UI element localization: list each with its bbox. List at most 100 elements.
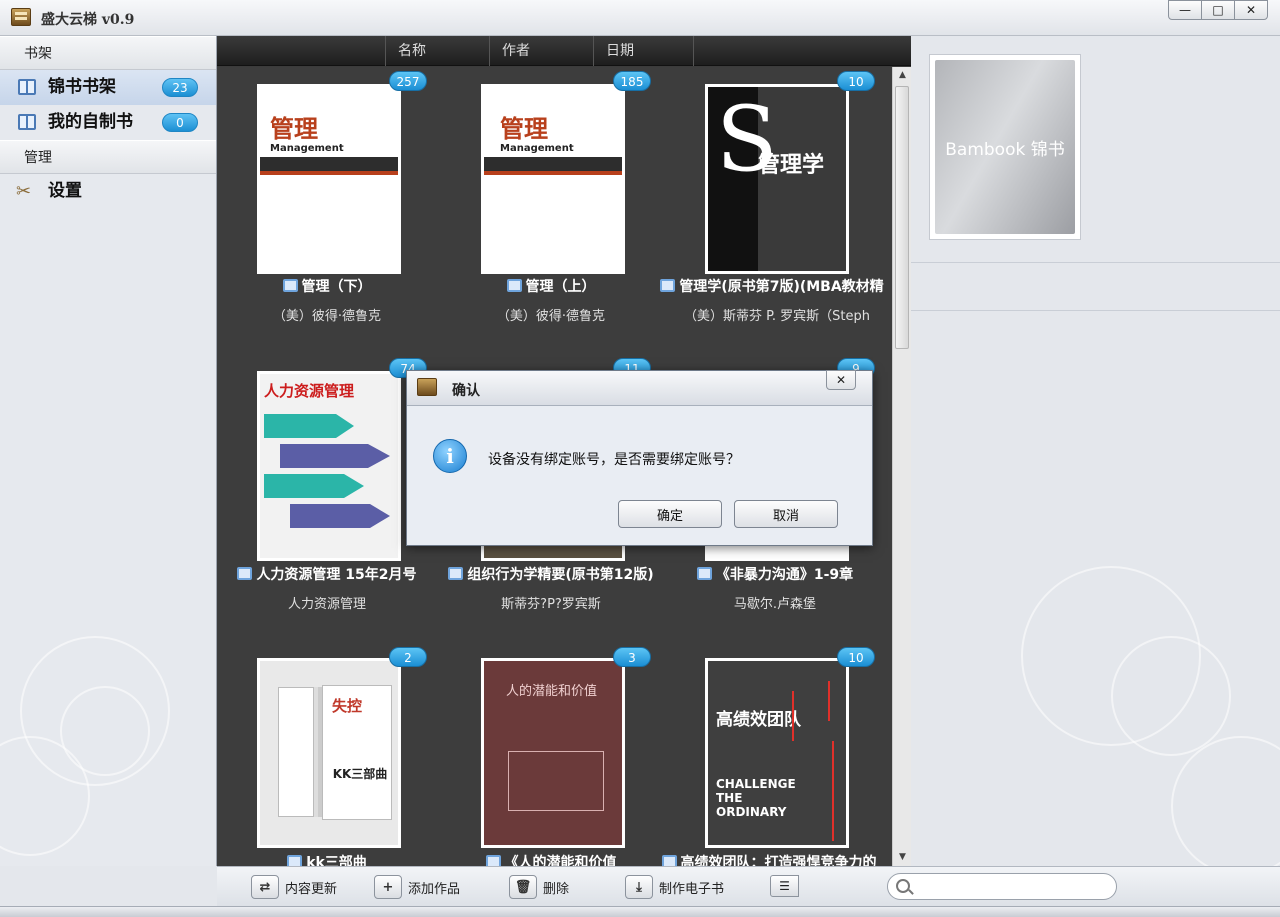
book-author: （美）彼得·德鲁克 [272, 309, 382, 324]
preview-panel: Bambook 锦书 [911, 36, 1280, 866]
book-author: 马歇尔.卢森堡 [733, 597, 817, 612]
book-icon [696, 567, 712, 580]
view-toggle: ☰ ▦ [769, 875, 799, 917]
add-book-button[interactable]: + 添加作品 [374, 874, 460, 900]
book-title[interactable]: 管理（下） [217, 276, 447, 296]
confirm-dialog: 确认 ✕ i 设备没有绑定账号，是否需要绑定账号？ 确定 取消 [406, 370, 873, 546]
sidebar: 书架 锦书书架 23 我的自制书 0 管理 ✂ 设置 [0, 36, 217, 866]
divider [911, 262, 1280, 263]
minimize-button[interactable]: — [1168, 0, 1202, 20]
book-icon [282, 279, 298, 292]
count-badge: 2 [389, 647, 427, 667]
sidebar-item-label: 锦书书架 [48, 77, 116, 97]
device-preview: Bambook 锦书 [929, 54, 1081, 240]
book-cover[interactable]: 管理 Management [481, 84, 625, 274]
plus-icon: + [374, 875, 402, 899]
info-icon: i [433, 439, 467, 473]
book-title[interactable]: 管理（上） [431, 276, 671, 296]
delete-button[interactable]: 🗑 删除 [509, 874, 569, 900]
book-title[interactable]: kk三部曲 [217, 852, 447, 866]
refresh-content-button[interactable]: ⇄ 内容更新 [251, 874, 337, 900]
tools-icon: ✂ [16, 181, 32, 202]
cover-title: 管理学 [758, 153, 825, 178]
divider [911, 310, 1280, 311]
count-badge: 3 [613, 647, 651, 667]
cancel-button[interactable]: 取消 [734, 500, 838, 528]
sidebar-item-settings[interactable]: ✂ 设置 [0, 174, 216, 209]
book-icon [287, 855, 303, 866]
search-input[interactable] [916, 877, 1106, 896]
book-author: 斯蒂芬?P?罗宾斯 [501, 597, 601, 612]
book-title[interactable]: 《非暴力沟通》1-9章 [655, 564, 895, 584]
close-button[interactable]: ✕ [1234, 0, 1268, 20]
ok-button[interactable]: 确定 [618, 500, 722, 528]
book-cover[interactable]: 人的潜能和价值 [481, 658, 625, 848]
app-logo-icon [11, 8, 31, 26]
download-icon: ⤓ [625, 875, 653, 899]
book-icon [237, 567, 253, 580]
column-author[interactable]: 作者 [489, 36, 593, 66]
vertical-scrollbar[interactable]: ▲ ▼ [892, 67, 911, 866]
scroll-down-arrow-icon[interactable]: ▼ [893, 849, 911, 866]
status-bar [0, 906, 1280, 917]
app-logo-icon [417, 378, 437, 396]
title-bar: 盛大云梯 v0.9 — □ ✕ [0, 0, 1280, 36]
book-title[interactable]: 高绩效团队：打造强悍竞争力的 [649, 852, 889, 866]
book-icon [18, 114, 36, 130]
dialog-title-bar: 确认 ✕ [407, 370, 872, 406]
count-badge: 0 [162, 113, 198, 132]
dialog-message: 设备没有绑定账号，是否需要绑定账号？ [488, 452, 740, 468]
make-ebook-button[interactable]: ⤓ 制作电子书 [625, 874, 724, 900]
sidebar-item-jinshu-shelf[interactable]: 锦书书架 23 [0, 70, 216, 105]
cover-title: 管理 [500, 115, 548, 143]
decorative-swirl [1171, 736, 1280, 866]
sidebar-item-label: 设置 [48, 181, 82, 201]
book-cover[interactable]: 失控 KK三部曲 [257, 658, 401, 848]
book-author: 人力资源管理 [287, 597, 366, 612]
book-cover[interactable]: 人力资源管理 [257, 371, 401, 561]
book-cover[interactable]: S 管理学 [705, 84, 849, 274]
cover-title: 人力资源管理 [264, 382, 355, 400]
book-icon [506, 279, 522, 292]
search-icon [896, 879, 910, 893]
dialog-close-button[interactable]: ✕ [826, 370, 856, 390]
book-icon [18, 79, 36, 95]
count-badge: 10 [837, 71, 875, 91]
column-header: 名称 作者 日期 [217, 36, 911, 66]
list-view-icon[interactable]: ☰ [770, 875, 799, 897]
book-title[interactable]: 管理学(原书第7版)(MBA教材精 [657, 276, 887, 296]
book-cover[interactable]: 管理 Management [257, 84, 401, 274]
search-box[interactable] [887, 873, 1117, 900]
dialog-title: 确认 [452, 383, 480, 399]
column-name[interactable]: 名称 [385, 36, 489, 66]
cover-title: 管理 [270, 115, 318, 143]
sidebar-section-shelf: 书架 [0, 36, 216, 70]
book-title[interactable]: 《人的潜能和价值 [431, 852, 671, 866]
cover-subtitle: KK三部曲 [332, 767, 388, 781]
sidebar-item-my-books[interactable]: 我的自制书 0 [0, 105, 216, 140]
column-date[interactable]: 日期 [593, 36, 693, 66]
book-title[interactable]: 组织行为学精要(原书第12版) [431, 564, 671, 584]
scroll-thumb[interactable] [895, 86, 909, 349]
cover-title: 人的潜能和价值 [506, 684, 598, 699]
book-icon [448, 567, 464, 580]
column-spacer [693, 36, 893, 66]
book-author: （美）彼得·德鲁克 [496, 309, 606, 324]
sidebar-item-label: 我的自制书 [48, 112, 133, 132]
bambook-logo: Bambook 锦书 [935, 60, 1075, 234]
bottom-toolbar: ⇄ 内容更新 + 添加作品 🗑 删除 ⤓ 制作电子书 ☰ ▦ [217, 866, 1280, 917]
sidebar-section-manage: 管理 [0, 140, 216, 174]
book-title[interactable]: 人力资源管理 15年2月号 [217, 564, 447, 584]
count-badge: 10 [837, 647, 875, 667]
scroll-up-arrow-icon[interactable]: ▲ [893, 67, 911, 84]
count-badge: 257 [389, 71, 427, 91]
count-badge: 23 [162, 78, 198, 97]
cover-title: 高绩效团队 [716, 710, 801, 730]
cover-subtitle: Management [270, 143, 344, 154]
book-icon [660, 279, 676, 292]
maximize-button[interactable]: □ [1201, 0, 1235, 20]
refresh-icon: ⇄ [251, 875, 279, 899]
cover-subtitle: CHALLENGE THE ORDINARY [716, 777, 796, 819]
book-cover[interactable]: 高绩效团队 CHALLENGE THE ORDINARY [705, 658, 849, 848]
cover-subtitle: Management [500, 143, 574, 154]
